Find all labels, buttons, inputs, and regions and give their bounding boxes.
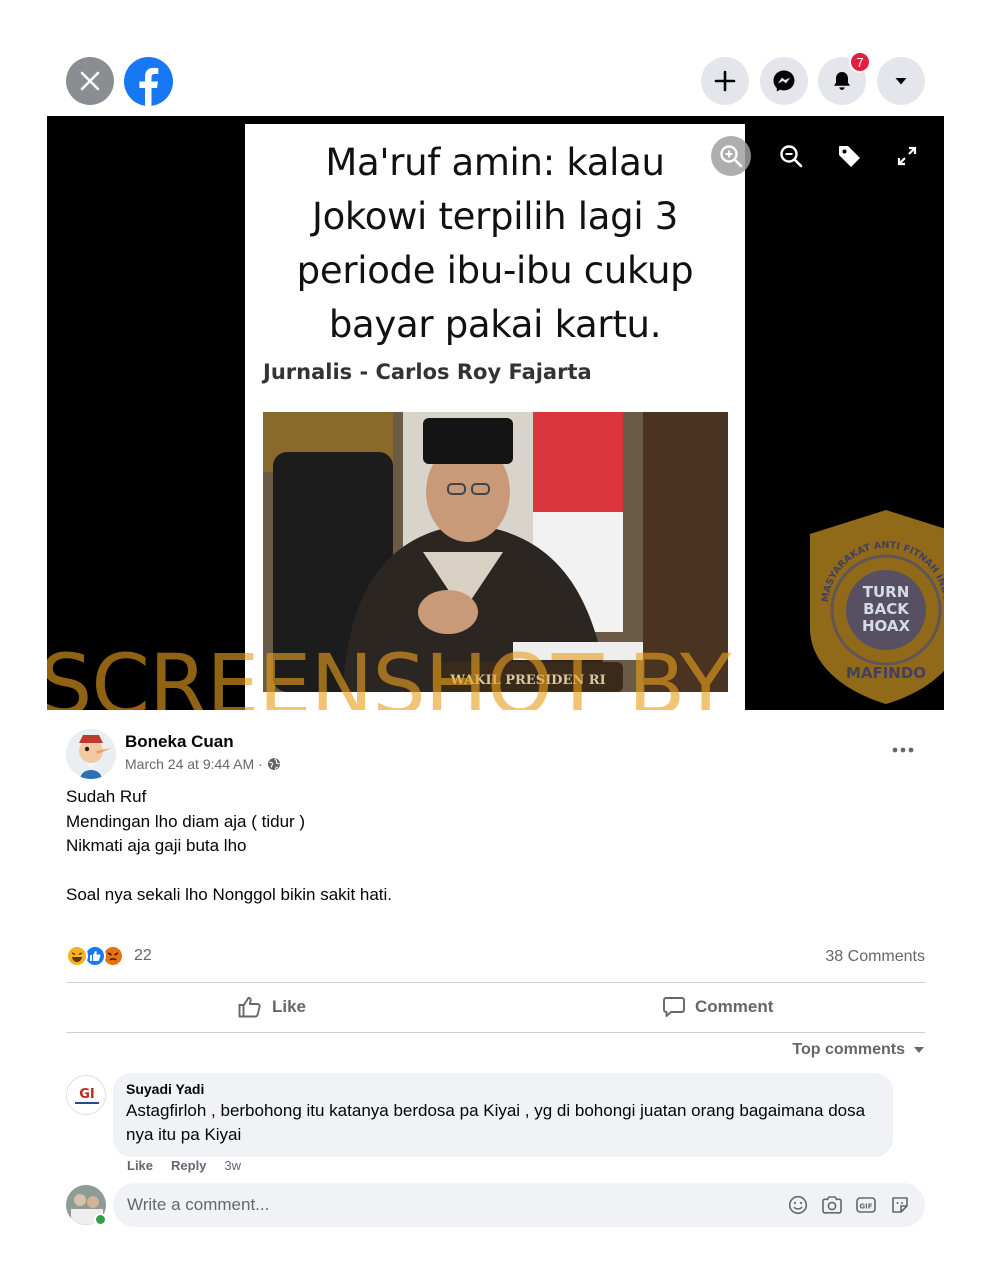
comment-reply-link[interactable]: Reply — [171, 1158, 206, 1173]
caret-down-icon — [914, 1047, 924, 1053]
seal-center-text: TURN — [863, 583, 910, 601]
image-byline: Jurnalis - Carlos Roy Fajarta — [263, 360, 592, 384]
fullscreen-button[interactable] — [887, 136, 927, 176]
commenter-name[interactable]: Suyadi Yadi — [126, 1081, 880, 1097]
comment-age[interactable]: 3w — [224, 1158, 241, 1173]
emoji-button[interactable] — [787, 1194, 809, 1216]
comment-button[interactable]: Comment — [663, 989, 773, 1025]
gif-icon: GIF — [856, 1197, 876, 1213]
seal-bottom-text: MAFINDO — [846, 664, 926, 682]
caret-down-icon — [895, 78, 907, 85]
seal-center-text: BACK — [863, 600, 910, 618]
top-bar: 7 — [47, 45, 944, 116]
comment-composer[interactable]: Write a comment... GIF — [113, 1183, 925, 1227]
tag-icon — [839, 146, 860, 167]
photo-button[interactable] — [821, 1194, 843, 1216]
comment-count[interactable]: 38 Comments — [825, 948, 925, 966]
online-status-indicator — [94, 1213, 107, 1226]
author-name[interactable]: Boneka Cuan — [125, 732, 234, 752]
headline-line: Jokowi terpilih lagi 3 — [311, 195, 679, 238]
fullscreen-icon — [897, 146, 917, 166]
headline-line: bayar pakai kartu. — [328, 303, 662, 346]
headline-line: periode ibu-ibu cukup — [296, 249, 694, 292]
comment-like-link[interactable]: Like — [127, 1158, 153, 1173]
camera-icon — [822, 1196, 842, 1214]
zoom-in-icon — [720, 145, 743, 168]
divider — [66, 982, 925, 983]
comment-text: Astagfirloh , berbohong itu katanya berd… — [126, 1101, 866, 1144]
zoom-out-button[interactable] — [771, 136, 811, 176]
emoji-icon — [788, 1195, 808, 1215]
post-line-blank — [66, 859, 392, 883]
messenger-button[interactable] — [760, 57, 808, 105]
close-icon — [80, 71, 100, 91]
tag-photo-button[interactable] — [829, 136, 869, 176]
close-button[interactable] — [66, 57, 114, 105]
svg-text:GIF: GIF — [859, 1203, 872, 1211]
post-line: Soal nya sekali lho Nonggol bikin sakit … — [66, 884, 393, 904]
like-button[interactable]: Like — [238, 989, 306, 1025]
post-image: Ma'ruf amin: kalau Jokowi terpilih lagi … — [245, 124, 745, 710]
reaction-count: 22 — [134, 947, 152, 964]
plus-icon — [714, 70, 736, 92]
account-menu-button[interactable] — [877, 57, 925, 105]
post-time-text: March 24 at 9:44 AM · — [125, 756, 263, 772]
current-user-avatar[interactable] — [66, 1185, 107, 1226]
commenter-avatar[interactable]: GI — [66, 1075, 106, 1115]
photo-viewer[interactable]: Ma'ruf amin: kalau Jokowi terpilih lagi … — [47, 116, 944, 710]
commenter-avatar-text: GI — [79, 1087, 95, 1102]
comment-sort-dropdown[interactable]: Top comments — [792, 1041, 925, 1059]
sticker-button[interactable] — [889, 1194, 911, 1216]
sticker-icon — [892, 1197, 908, 1213]
author-avatar[interactable] — [66, 729, 116, 779]
post-line: Mendingan lho diam aja ( tidur ) — [66, 811, 306, 831]
post-line: Sudah Ruf — [66, 787, 147, 806]
reaction-summary[interactable]: 22 — [66, 945, 152, 967]
notification-badge: 7 — [849, 51, 871, 73]
thumbs-up-icon — [238, 996, 261, 1018]
more-options-icon — [892, 747, 914, 753]
mafindo-seal-logo: MASYARAKAT ANTI FITNAH INDONESIA TURN BA… — [798, 498, 944, 706]
comment-actions: Like Reply 3w — [127, 1158, 241, 1173]
seal-center-text: HOAX — [862, 617, 911, 635]
post-body: Sudah Ruf Mendingan lho diam aja ( tidur… — [66, 785, 392, 907]
image-headline: Ma'ruf amin: kalau Jokowi terpilih lagi … — [245, 136, 745, 352]
comment-icon — [663, 997, 685, 1017]
messenger-icon — [773, 70, 795, 92]
divider — [66, 1032, 925, 1033]
headline-line: Ma'ruf amin: kalau — [325, 141, 665, 184]
globe-icon — [267, 758, 280, 770]
post-line: Nikmati aja gaji buta lho — [66, 836, 247, 855]
zoom-out-icon — [780, 145, 803, 168]
comment-bubble: Suyadi Yadi Astagfirloh , berbohong itu … — [113, 1073, 893, 1157]
like-label: Like — [272, 997, 307, 1016]
comment-input[interactable]: Write a comment... — [127, 1195, 787, 1215]
comment-sort-label: Top comments — [792, 1041, 905, 1058]
bell-icon — [834, 72, 850, 90]
create-button[interactable] — [701, 57, 749, 105]
watermark-text: SCREENSHOT BY — [47, 636, 731, 710]
gif-button[interactable]: GIF — [855, 1194, 877, 1216]
facebook-photo-post: 7 Ma'ruf amin: kalau Jokowi terpilih lag… — [47, 45, 944, 1235]
zoom-in-button[interactable] — [711, 136, 751, 176]
facebook-f-icon — [139, 67, 159, 106]
post-timestamp[interactable]: March 24 at 9:44 AM · — [125, 756, 281, 772]
haha-reaction-icon — [66, 945, 88, 967]
comment-label: Comment — [695, 997, 774, 1016]
facebook-logo[interactable] — [124, 57, 173, 106]
post-options-button[interactable] — [885, 735, 921, 765]
composer-tools: GIF — [787, 1194, 911, 1216]
